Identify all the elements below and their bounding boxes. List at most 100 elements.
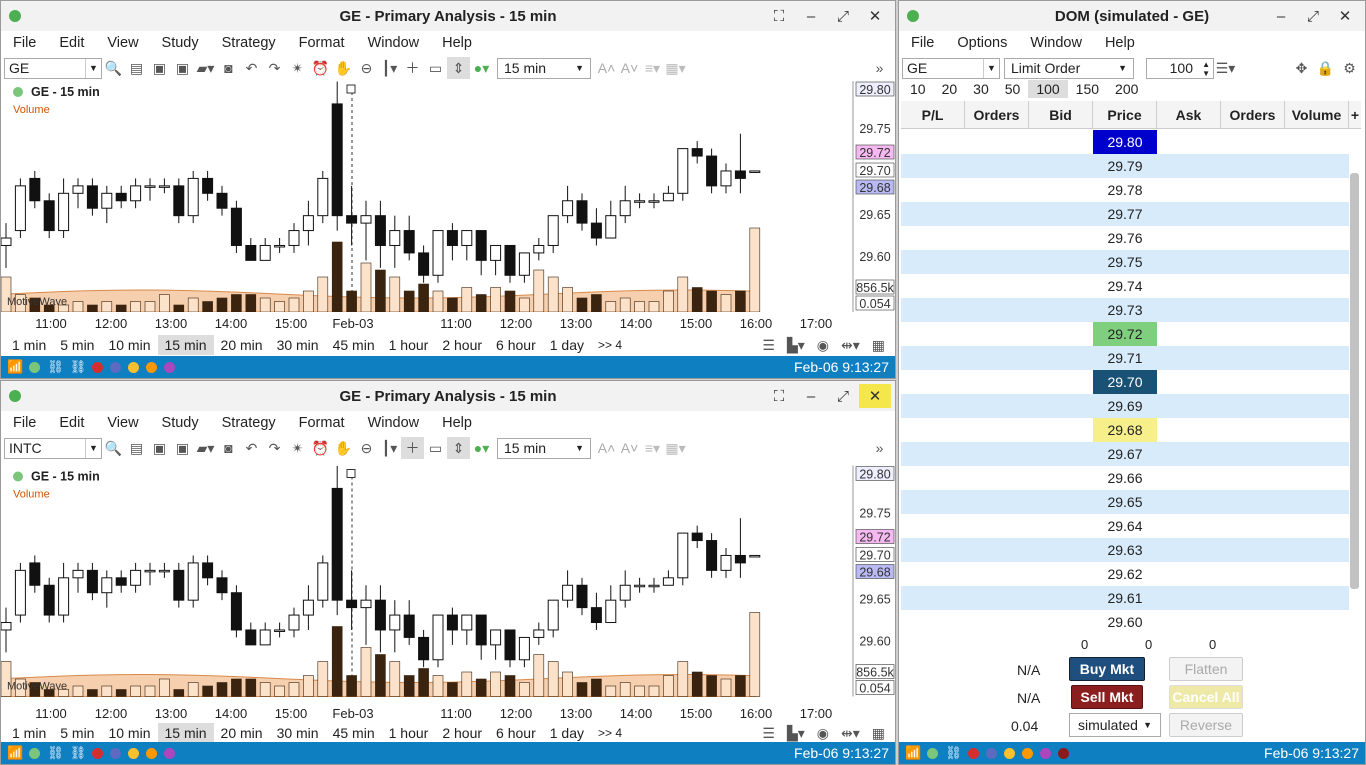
line-style-icon[interactable]: ≡▾ [641, 57, 664, 79]
menu-help[interactable]: Help [430, 415, 483, 431]
color-link-red[interactable] [92, 361, 104, 373]
menu-window[interactable]: Window [356, 35, 431, 51]
interval-20min[interactable]: 20 min [214, 723, 270, 743]
redo-icon[interactable]: ↷ [263, 437, 286, 459]
alarm-icon[interactable]: ⏰ [309, 57, 332, 79]
line-style-icon[interactable]: ≡▾ [641, 437, 664, 459]
link-icon[interactable]: ⛓ [47, 359, 64, 375]
ladder-price[interactable]: 29.64 [1093, 514, 1157, 538]
layout-icon[interactable]: ▙▾ [781, 337, 811, 354]
link-icon[interactable]: ⛓ [945, 745, 962, 761]
undo-icon[interactable]: ↶ [240, 57, 263, 79]
lock-icon[interactable]: 🔒 [1314, 57, 1337, 79]
title-bar[interactable]: DOM (simulated - GE) – ⤢ ✕ [899, 1, 1365, 31]
maximize-icon[interactable]: ⤢ [827, 4, 859, 28]
size-10[interactable]: 10 [902, 80, 934, 98]
zoom-out-icon[interactable]: ⊖ [355, 57, 378, 79]
interval-select[interactable]: 15 min ▼ [497, 437, 591, 459]
magic-wand-icon[interactable]: ✴ [286, 437, 309, 459]
ladder-row[interactable]: 29.70 [901, 370, 1349, 394]
font-decrease-icon[interactable]: A˅ [618, 57, 641, 79]
crosshair-icon[interactable]: ＋ [401, 437, 424, 459]
col-orders-ask[interactable]: Orders [1221, 101, 1285, 128]
more-tools-icon[interactable]: » [868, 437, 891, 459]
hand-icon[interactable]: ✋ [332, 437, 355, 459]
font-increase-icon[interactable]: A˄ [595, 57, 618, 79]
color-link-blue[interactable] [985, 747, 997, 759]
minimize-icon[interactable]: – [1265, 4, 1297, 28]
menu-edit[interactable]: Edit [47, 415, 95, 431]
ladder-row[interactable]: 29.79 [901, 154, 1349, 178]
ladder-price[interactable]: 29.75 [1093, 250, 1157, 274]
size-20[interactable]: 20 [934, 80, 966, 98]
ladder-price[interactable]: 29.65 [1093, 490, 1157, 514]
close-icon[interactable]: ✕ [859, 384, 891, 408]
interval-10min[interactable]: 10 min [101, 335, 157, 355]
font-increase-icon[interactable]: A˄ [595, 437, 618, 459]
ladder-price[interactable]: 29.72 [1093, 322, 1157, 346]
flatten-button[interactable]: Flatten [1169, 657, 1243, 681]
interval-more[interactable]: >> 4 [591, 336, 629, 354]
more-tools-icon[interactable]: » [868, 57, 891, 79]
ladder-row[interactable]: 29.63 [901, 538, 1349, 562]
ladder-row[interactable]: 29.68 [901, 418, 1349, 442]
price-scale-icon[interactable]: ⇕ [447, 57, 470, 79]
color-link-yellow[interactable] [128, 747, 140, 759]
alarm-icon[interactable]: ⏰ [309, 437, 332, 459]
symbol-input[interactable]: INTC ▼ [4, 437, 102, 459]
interval-2hour[interactable]: 2 hour [435, 335, 489, 355]
interval-1day[interactable]: 1 day [543, 723, 591, 743]
color-link-red[interactable] [92, 747, 104, 759]
open-folder-icon[interactable]: ▰▾ [194, 57, 217, 79]
account-select[interactable]: simulated ▼ [1069, 713, 1161, 737]
color-link-purple[interactable] [164, 361, 176, 373]
col-bid[interactable]: Bid [1029, 101, 1093, 128]
menu-strategy[interactable]: Strategy [210, 35, 287, 51]
menu-view[interactable]: View [95, 35, 149, 51]
ladder-row[interactable]: 29.77 [901, 202, 1349, 226]
calendar-icon[interactable]: ▦ [866, 337, 891, 354]
order-type-select[interactable]: Limit Order ▼ [1004, 57, 1134, 79]
new-page-icon[interactable]: ▤ [125, 437, 148, 459]
ladder-price[interactable]: 29.62 [1093, 562, 1157, 586]
interval-1min[interactable]: 1 min [5, 723, 53, 743]
minimize-icon[interactable]: – [795, 384, 827, 408]
search-icon[interactable]: 🔍 [102, 437, 125, 459]
size-200[interactable]: 200 [1107, 80, 1146, 98]
interval-10min[interactable]: 10 min [101, 723, 157, 743]
interval-1min[interactable]: 1 min [5, 335, 53, 355]
ladder-price[interactable]: 29.68 [1093, 418, 1157, 442]
interval-15min[interactable]: 15 min [157, 335, 214, 355]
magic-wand-icon[interactable]: ✴ [286, 57, 309, 79]
center-icon[interactable]: ✥ [1290, 57, 1313, 79]
chevron-down-icon[interactable]: ▼ [983, 58, 999, 78]
menu-window[interactable]: Window [1018, 35, 1093, 51]
ladder-row[interactable]: 29.80 [901, 130, 1349, 154]
save-as-icon[interactable]: ▣ [171, 57, 194, 79]
title-bar[interactable]: GE - Primary Analysis - 15 min ⛶ – ⤢ ✕ [1, 381, 895, 411]
price-scale-icon[interactable]: ⇕ [447, 437, 470, 459]
fit-width-icon[interactable]: ⇹▾ [835, 725, 866, 742]
color-link-orange[interactable] [146, 747, 158, 759]
buy-market-button[interactable]: Buy Mkt [1069, 657, 1145, 681]
interval-2hour[interactable]: 2 hour [435, 723, 489, 743]
interval-6hour[interactable]: 6 hour [489, 335, 543, 355]
ruler-icon[interactable]: ▭ [424, 57, 447, 79]
zoom-out-icon[interactable]: ⊖ [355, 437, 378, 459]
price-chart[interactable]: 29.80 29.75 29.72 29.70 29.68 29.65 29.60 856.5… [1, 81, 895, 312]
ladder-price[interactable]: 29.77 [1093, 202, 1157, 226]
calendar-icon[interactable]: ▦ [866, 725, 891, 742]
interval-1hour[interactable]: 1 hour [382, 335, 436, 355]
hand-icon[interactable]: ✋ [332, 57, 355, 79]
open-folder-icon[interactable]: ▰▾ [194, 437, 217, 459]
ladder-price[interactable]: 29.79 [1093, 154, 1157, 178]
interval-select[interactable]: 15 min ▼ [497, 57, 591, 79]
price-ladder[interactable]: 29.80 29.79 29.78 29.77 29.76 29.75 29.74 29.73… [901, 130, 1349, 634]
camera-icon[interactable]: ◙ [217, 437, 240, 459]
ladder-row[interactable]: 29.62 [901, 562, 1349, 586]
ladder-price[interactable]: 29.66 [1093, 466, 1157, 490]
reverse-button[interactable]: Reverse [1169, 713, 1243, 737]
stepper-arrows-icon[interactable]: ▲ ▼ [1202, 60, 1210, 78]
save-as-icon[interactable]: ▣ [171, 437, 194, 459]
ladder-row[interactable]: 29.75 [901, 250, 1349, 274]
